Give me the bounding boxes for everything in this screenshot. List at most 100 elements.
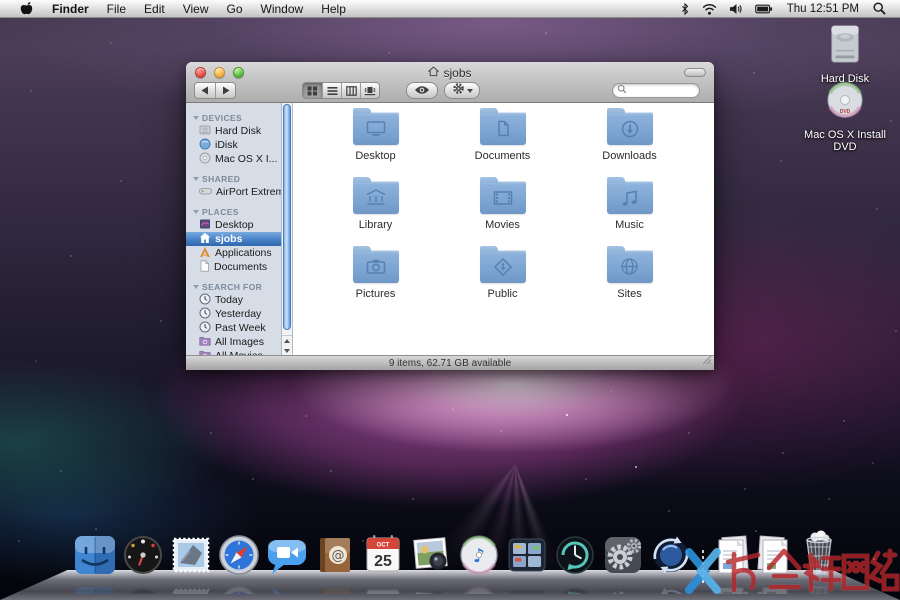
sidebar-item-label: Documents [214, 261, 267, 273]
folder-desktop[interactable]: Desktop [312, 109, 439, 178]
resize-grip[interactable] [701, 354, 712, 368]
folder-movies[interactable]: Movies [439, 178, 566, 247]
folder-public[interactable]: Public [439, 247, 566, 316]
column-view-button[interactable] [341, 83, 360, 98]
back-button[interactable] [195, 83, 215, 98]
folder-label: Library [359, 219, 393, 231]
folder-label: Public [488, 288, 518, 300]
safari-icon [216, 532, 262, 583]
sidebar-scrollbar[interactable] [281, 103, 293, 355]
sidebar-item-documents[interactable]: Documents [186, 260, 281, 274]
menu-file[interactable]: File [98, 0, 135, 17]
search-input[interactable] [612, 83, 700, 98]
dock-item-spaces[interactable] [504, 532, 550, 594]
disclosure-triangle-icon [193, 116, 199, 120]
sidebar-item-past-week[interactable]: Past Week [186, 321, 281, 335]
dock-item-safari[interactable] [216, 532, 262, 594]
dock-reflection [648, 583, 694, 594]
dock-item-ichat[interactable] [264, 532, 310, 594]
sidebar-section-title: SHARED [202, 174, 240, 184]
dock-item-ical[interactable]: OCT25OCT25 [360, 532, 406, 594]
sidebar-item-all-images[interactable]: All Images [186, 335, 281, 349]
finder-window: sjobs DEVICESHard DiskiDiskMac OS X I...… [186, 62, 714, 370]
dock-reflection [795, 583, 843, 594]
dock-item-software-update[interactable] [648, 532, 694, 594]
sidebar-item-hard-disk[interactable]: Hard Disk [186, 124, 281, 138]
scroll-up-button[interactable] [282, 336, 292, 346]
svg-text:@: @ [332, 549, 345, 564]
dock-item-iphoto[interactable] [408, 532, 454, 594]
action-button[interactable] [444, 82, 480, 99]
documents-page-icon [199, 260, 210, 275]
airport-icon [199, 185, 212, 200]
folder-music[interactable]: Music [566, 178, 693, 247]
sidebar-section-search-for[interactable]: SEARCH FOR [186, 280, 281, 293]
folder-pictures[interactable]: Pictures [312, 247, 439, 316]
sidebar-section-devices[interactable]: DEVICES [186, 111, 281, 124]
dock-reflection: ♪ [456, 583, 502, 594]
menu-bar: FinderFileEditViewGoWindowHelp Thu 12:51… [0, 0, 900, 18]
desktop-icon-dvd[interactable]: DVDMac OS X Install DVD [795, 80, 895, 153]
folder-documents[interactable]: Documents [439, 109, 566, 178]
ical-icon: OCT25 [360, 532, 406, 583]
dock-item-documents-stack[interactable] [712, 532, 752, 594]
wifi-icon[interactable] [696, 0, 723, 17]
disclosure-triangle-icon [193, 285, 199, 289]
sidebar-section-shared[interactable]: SHARED [186, 172, 281, 185]
sidebar-item-label: Mac OS X I... [215, 153, 277, 165]
folder-sites[interactable]: Sites [566, 247, 693, 316]
dock-reflection [408, 583, 454, 594]
sidebar-section-places[interactable]: PLACES [186, 205, 281, 218]
sidebar-item-idisk[interactable]: iDisk [186, 138, 281, 152]
dock-item-downloads-stack[interactable] [754, 532, 794, 594]
dock-item-address-book[interactable]: @@ [312, 532, 358, 594]
sidebar-item-today[interactable]: Today [186, 293, 281, 307]
dock-item-mail[interactable] [168, 532, 214, 594]
spotlight-search-icon[interactable] [867, 0, 892, 17]
bluetooth-icon[interactable] [674, 0, 696, 17]
applications-icon [199, 246, 211, 261]
dock-item-time-machine[interactable] [552, 532, 598, 594]
dock-item-finder[interactable] [72, 532, 118, 594]
list-view-button[interactable] [322, 83, 341, 98]
battery-icon[interactable] [749, 0, 779, 17]
pictures-folder-icon [353, 250, 399, 283]
documents-folder-icon [480, 112, 526, 145]
desktop-icon-harddisk[interactable]: Hard Disk [805, 24, 885, 85]
window-header[interactable]: sjobs [186, 62, 714, 103]
quick-look-button[interactable] [406, 82, 438, 99]
hard-disk-icon [805, 24, 885, 71]
dock-reflection [216, 583, 262, 594]
dock-item-itunes[interactable]: ♪♪ [456, 532, 502, 594]
sidebar-item-label: All Images [215, 336, 264, 348]
system-preferences-icon [600, 532, 646, 583]
menu-clock[interactable]: Thu 12:51 PM [779, 3, 867, 15]
sidebar-item-yesterday[interactable]: Yesterday [186, 307, 281, 321]
menu-go[interactable]: Go [218, 0, 252, 17]
internal-disk-icon [199, 124, 211, 139]
menu-finder[interactable]: Finder [43, 0, 98, 17]
volume-icon[interactable] [723, 0, 749, 17]
menu-view[interactable]: View [174, 0, 218, 17]
sidebar-item-applications[interactable]: Applications [186, 246, 281, 260]
folder-downloads[interactable]: Downloads [566, 109, 693, 178]
icon-view-button[interactable] [303, 83, 322, 98]
folder-library[interactable]: Library [312, 178, 439, 247]
dock-item-system-preferences[interactable] [600, 532, 646, 594]
sidebar-item-sjobs[interactable]: sjobs [186, 232, 281, 246]
sidebar-item-mac-os-x-i-[interactable]: Mac OS X I... [186, 152, 281, 166]
menu-window[interactable]: Window [252, 0, 313, 17]
toolbar-toggle-pill[interactable] [684, 68, 706, 77]
cover-flow-view-button[interactable] [360, 83, 379, 98]
menu-edit[interactable]: Edit [135, 0, 174, 17]
forward-button[interactable] [215, 83, 235, 98]
spaces-icon [504, 532, 550, 583]
dock-item-trash[interactable] [796, 528, 842, 594]
dock-reflection [711, 583, 753, 594]
sidebar-item-desktop[interactable]: Desktop [186, 218, 281, 232]
menu-help[interactable]: Help [312, 0, 355, 17]
dock-item-dashboard[interactable] [120, 532, 166, 594]
sidebar-item-airport-extreme[interactable]: AirPort Extreme [186, 185, 281, 199]
apple-icon[interactable] [10, 0, 43, 17]
scrollbar-thumb[interactable] [283, 104, 291, 330]
